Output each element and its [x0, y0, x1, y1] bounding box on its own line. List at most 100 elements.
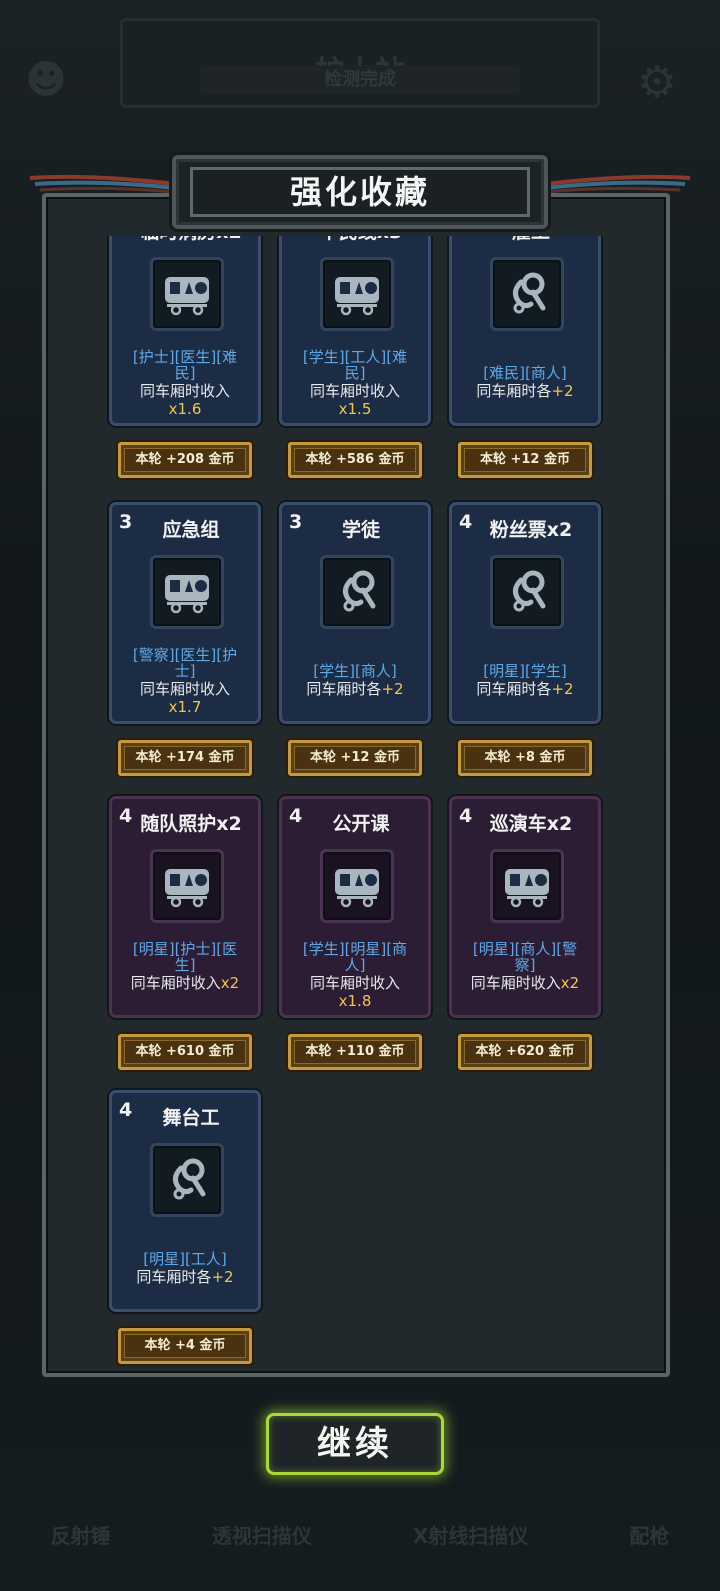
- card-effect: 同车厢时收入 x1.7: [116, 680, 254, 716]
- card-name: 应急组: [162, 519, 220, 541]
- collection-card[interactable]: 3 学徒 [学生][商人] 同车厢时各+2: [279, 502, 431, 724]
- card-effect: 同车厢时收入 x1.6: [116, 382, 254, 418]
- card-reward-badge: 本轮 +208 金币: [118, 442, 252, 478]
- collection-card[interactable]: 雇工 [难民][商人]同车厢时各+2: [449, 236, 601, 426]
- bus-icon: [320, 849, 394, 923]
- card-multiplier: +2: [551, 680, 574, 698]
- collection-card[interactable]: 4 巡演车x2 [明星][商人][警 察] 同车厢时收入x2: [449, 796, 601, 1018]
- card-multiplier: x2: [220, 974, 240, 992]
- card-reward-badge: 本轮 +12 金币: [288, 740, 422, 776]
- card-name: 学徒: [341, 519, 380, 541]
- collection-card[interactable]: 4 公开课 [学生][明星][商 人] 同车厢时收入 x1.8: [279, 796, 431, 1018]
- card-effect-text: 同车厢时各: [136, 1268, 212, 1286]
- card-effect-text: 同车厢时收入: [309, 382, 400, 400]
- card-multiplier: x1.7: [168, 698, 202, 716]
- tab-xray-scanner: X射线扫描仪: [412, 1524, 529, 1548]
- card-effect: 同车厢时各+2: [286, 680, 424, 698]
- card-effect-text: 同车厢时收入: [139, 382, 230, 400]
- card-name: 随队照护x2: [140, 813, 242, 835]
- card-effect-text: 同车厢时各: [476, 382, 552, 400]
- card-multiplier: x1.8: [338, 992, 372, 1010]
- card-effect-text: 同车厢时收入: [139, 680, 230, 698]
- card-effect: 同车厢时收入x2: [116, 974, 254, 992]
- card-multiplier: x1.5: [338, 400, 372, 418]
- card-multiplier: x2: [560, 974, 580, 992]
- card-reward-badge: 本轮 +110 金币: [288, 1034, 422, 1070]
- card-tags: [难民][商人]: [483, 364, 567, 382]
- panel-title: 强化收藏: [190, 167, 530, 217]
- card-name: 雇工: [452, 236, 598, 244]
- continue-button[interactable]: 继续: [266, 1413, 444, 1475]
- link-icon: [490, 257, 564, 331]
- card-reward-badge: 本轮 +12 金币: [458, 442, 592, 478]
- card-tags: [明星][工人]: [143, 1250, 227, 1268]
- card-reward-text: 本轮 +4 金币: [124, 1334, 246, 1358]
- card-reward-text: 本轮 +208 金币: [124, 448, 246, 472]
- card-tags: [警察][医生][护: [132, 646, 238, 664]
- card-effect: 同车厢时各+2: [456, 680, 594, 698]
- card-multiplier: +2: [381, 680, 404, 698]
- card-name: 公开课: [332, 813, 390, 835]
- card-tags: 民]: [174, 364, 196, 382]
- card-multiplier: x1.6: [168, 400, 202, 418]
- gear-icon: ⚙: [637, 57, 677, 108]
- ribbon-right-decoration: [544, 174, 690, 194]
- collection-card[interactable]: 平民线x3 [学生][工人][难民]同车厢时收入x1.5: [279, 236, 431, 426]
- card-tags: 人]: [344, 956, 366, 974]
- card-tags: [明星][商人][警: [472, 940, 578, 958]
- card-tags: [学生][工人][难: [302, 348, 408, 366]
- card-tags: [明星][学生]: [483, 662, 567, 680]
- tab-gun: 配枪: [629, 1524, 670, 1548]
- card-multiplier: +2: [211, 1268, 234, 1286]
- card-tags: [明星][护士][医: [132, 940, 238, 958]
- card-reward-text: 本轮 +8 金币: [464, 746, 586, 770]
- card-reward-badge: 本轮 +586 金币: [288, 442, 422, 478]
- background-tab-bar: 反射锤 透视扫描仪 X射线扫描仪 配枪: [0, 1510, 720, 1560]
- card-tags: 士]: [174, 662, 196, 680]
- card-name: 巡演车x2: [489, 813, 573, 835]
- card-multiplier: +2: [551, 382, 574, 400]
- card-effect: 同车厢时收入 x1.8: [286, 974, 424, 1010]
- card-effect-text: 同车厢时各: [306, 680, 382, 698]
- card-reward-badge: 本轮 +4 金币: [118, 1328, 252, 1364]
- card-reward-text: 本轮 +12 金币: [294, 746, 416, 770]
- card-tags: [护士][医生][难: [132, 348, 238, 366]
- bus-icon: [150, 555, 224, 629]
- card-tags: [学生][明星][商: [302, 940, 408, 958]
- link-icon: [490, 555, 564, 629]
- card-tags: [学生][商人]: [313, 662, 397, 680]
- collection-card[interactable]: 4 舞台工 [明星][工人] 同车厢时各+2: [109, 1090, 261, 1312]
- card-tags: 察]: [514, 956, 536, 974]
- collection-card[interactable]: 4 粉丝票x2 [明星][学生] 同车厢时各+2: [449, 502, 601, 724]
- panel-title-plate: 强化收藏: [172, 155, 548, 229]
- card-effect-text: 同车厢时收入: [470, 974, 561, 992]
- add-friend-icon: ☻: [25, 57, 67, 103]
- card-grid[interactable]: 临时病房x2[护士][医生][难民]同车厢时收入x1.6本轮 +208 金币平民…: [46, 236, 666, 1366]
- card-reward-text: 本轮 +586 金币: [294, 448, 416, 472]
- card-reward-text: 本轮 +174 金币: [124, 746, 246, 770]
- link-icon: [320, 555, 394, 629]
- card-effect-text: 同车厢时各: [476, 680, 552, 698]
- card-reward-badge: 本轮 +610 金币: [118, 1034, 252, 1070]
- card-tags: 生]: [174, 956, 196, 974]
- collection-card[interactable]: 3 应急组 [警察][医生][护 士] 同车厢时收入 x1.7: [109, 502, 261, 724]
- collection-card[interactable]: 4 随队照护x2 [明星][护士][医 生] 同车厢时收入x2: [109, 796, 261, 1018]
- card-tags: 民]: [344, 364, 366, 382]
- background-subtitle: 检测完成: [200, 66, 520, 94]
- card-reward-badge: 本轮 +174 金币: [118, 740, 252, 776]
- card-effect: 同车厢时收入 x1.5: [286, 382, 424, 418]
- card-name: 平民线x3: [282, 236, 428, 244]
- link-icon: [150, 1143, 224, 1217]
- tab-reflex-hammer: 反射锤: [50, 1524, 111, 1548]
- bus-icon: [150, 257, 224, 331]
- card-name: 临时病房x2: [112, 236, 258, 244]
- card-reward-text: 本轮 +620 金币: [464, 1040, 586, 1064]
- card-reward-badge: 本轮 +8 金币: [458, 740, 592, 776]
- collection-card[interactable]: 临时病房x2 [护士][医生][难民]同车厢时收入x1.6: [109, 236, 261, 426]
- bus-icon: [150, 849, 224, 923]
- card-reward-text: 本轮 +110 金币: [294, 1040, 416, 1064]
- bus-icon: [320, 257, 394, 331]
- card-reward-text: 本轮 +12 金币: [464, 448, 586, 472]
- card-effect-text: 同车厢时收入: [309, 974, 400, 992]
- card-effect: 同车厢时收入x2: [456, 974, 594, 992]
